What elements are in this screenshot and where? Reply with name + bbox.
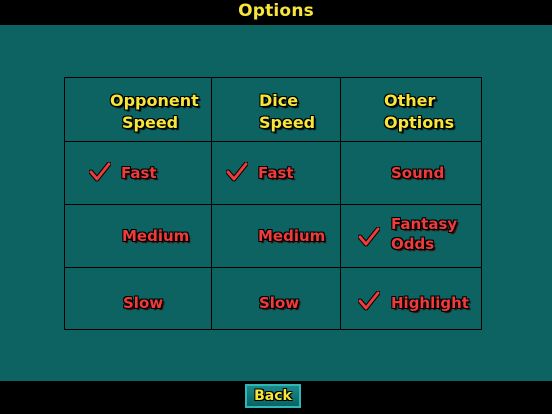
opponent-speed-fast[interactable]: Fast [121, 163, 157, 183]
option-sound[interactable]: Sound [391, 163, 444, 183]
options-table: Opponent Speed Dice Speed Other Options … [64, 77, 482, 330]
dice-speed-slow[interactable]: Slow [259, 293, 299, 313]
row-divider [65, 204, 481, 205]
dice-speed-medium[interactable]: Medium [258, 226, 325, 246]
header-other-options: Other Options [384, 91, 455, 132]
header-dice-speed: Dice Speed [259, 91, 316, 132]
back-button[interactable]: Back [245, 384, 301, 408]
dice-speed-fast[interactable]: Fast [258, 163, 294, 183]
checkmark-icon [226, 162, 248, 182]
option-fantasy-odds[interactable]: Fantasy Odds [391, 214, 457, 254]
header-opponent-speed: Opponent Speed [110, 91, 199, 132]
checkmark-icon [358, 291, 380, 311]
checkmark-icon [89, 162, 111, 182]
opponent-speed-slow[interactable]: Slow [123, 293, 163, 313]
row-divider [65, 267, 481, 268]
checkmark-icon [358, 227, 380, 247]
option-highlight[interactable]: Highlight [391, 293, 469, 313]
row-divider [65, 141, 481, 142]
opponent-speed-medium[interactable]: Medium [122, 226, 189, 246]
page-title: Options [238, 1, 314, 21]
